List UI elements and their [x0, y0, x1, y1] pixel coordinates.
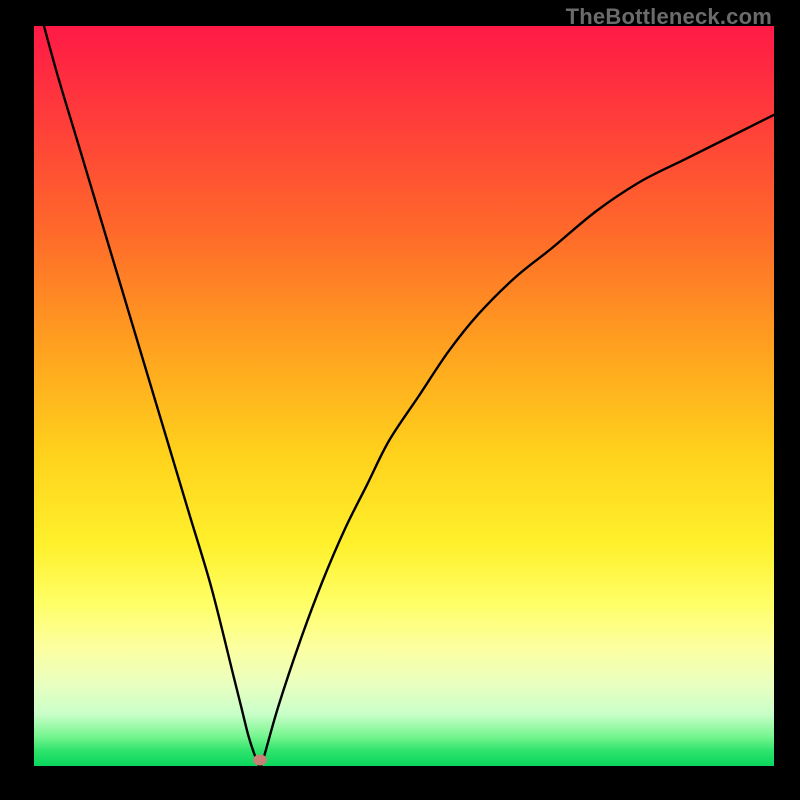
optimal-point-marker	[253, 755, 267, 766]
chart-frame: TheBottleneck.com	[0, 0, 800, 800]
plot-area	[34, 26, 774, 766]
bottleneck-curve	[34, 26, 774, 766]
